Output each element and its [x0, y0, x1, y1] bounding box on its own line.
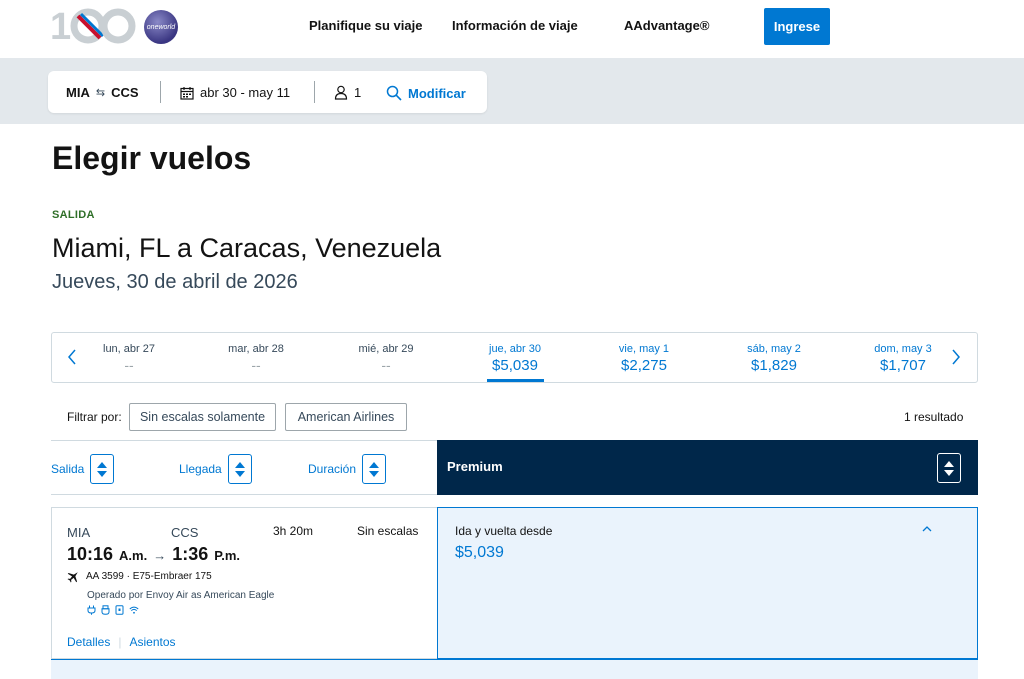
- screen-icon: [115, 605, 124, 615]
- arrival-ampm: P.m.: [214, 548, 241, 563]
- sort-duration[interactable]: Duración: [308, 454, 387, 484]
- swap-arrows-icon: ⇆: [95, 87, 106, 99]
- departure-time: 10:16: [67, 544, 114, 564]
- result-count: 1 resultado: [904, 410, 964, 424]
- date-option-price: --: [381, 357, 391, 373]
- nav-plan-trip[interactable]: Planifique su viaje: [309, 18, 422, 33]
- date-option-price: --: [124, 357, 134, 373]
- date-strip: lun, abr 27 -- mar, abr 28 -- mié, abr 2…: [51, 332, 978, 383]
- chevron-up-icon[interactable]: [920, 524, 934, 534]
- airplane-icon: [67, 572, 78, 583]
- date-option[interactable]: mié, abr 29 --: [331, 343, 441, 373]
- flight-times: 10:16 A.m. → 1:36 P.m.: [67, 544, 240, 565]
- date-option-price: $2,275: [621, 357, 667, 374]
- wifi-icon: [129, 606, 139, 614]
- usb-icon: [101, 605, 110, 615]
- passengers-summary: 1: [334, 85, 361, 100]
- filter-label: Filtrar por:: [67, 410, 122, 424]
- date-option-label: jue, abr 30: [489, 343, 541, 355]
- selected-date-indicator: [487, 379, 544, 382]
- fare-label: Ida y vuelta desde: [455, 524, 553, 538]
- search-icon: [386, 85, 402, 101]
- operated-by: Operado por Envoy Air as American Eagle: [87, 590, 275, 601]
- dates-summary: abr 30 - may 11: [180, 85, 290, 100]
- sort-arrival-label: Llegada: [179, 462, 222, 476]
- modify-label: Modificar: [408, 85, 466, 101]
- flight-number: AA 3599 · E75-Embraer 175: [86, 571, 212, 582]
- date-option-price: $1,829: [751, 357, 797, 374]
- direction-label: SALIDA: [52, 209, 95, 221]
- date-option-label: mié, abr 29: [358, 343, 414, 355]
- flight-links: Detalles | Asientos: [67, 635, 176, 649]
- aa-100-logo-icon[interactable]: 1: [48, 6, 138, 46]
- date-option-label: sáb, may 2: [747, 343, 801, 355]
- date-option-selected[interactable]: jue, abr 30 $5,039: [460, 343, 570, 374]
- sort-departure[interactable]: Salida: [51, 454, 115, 484]
- sort-duration-label: Duración: [308, 462, 357, 476]
- cabin-title: Premium: [447, 459, 503, 474]
- flight-origin: MIA: [67, 525, 91, 540]
- arrival-time: 1:36: [172, 544, 209, 564]
- person-icon: [334, 85, 348, 100]
- page-title: Elegir vuelos: [52, 140, 252, 176]
- date-option-label: dom, may 3: [874, 343, 932, 355]
- flight-stops: Sin escalas: [357, 524, 419, 538]
- flight-card: MIA CCS 3h 20m Sin escalas 10:16 A.m. → …: [51, 507, 438, 659]
- oneworld-logo-icon: oneworld: [144, 10, 178, 44]
- sort-cabin-arrows-icon[interactable]: [937, 453, 961, 483]
- filter-american-chip[interactable]: American Airlines: [285, 403, 407, 431]
- date-option[interactable]: lun, abr 27 --: [74, 343, 184, 373]
- date-option[interactable]: sáb, may 2 $1,829: [719, 343, 829, 374]
- nav-travel-info[interactable]: Información de viaje: [452, 18, 578, 33]
- date-option-price: --: [251, 357, 261, 373]
- nav-aadvantage[interactable]: AAdvantage®: [624, 18, 709, 33]
- date-option[interactable]: dom, may 3 $1,707: [848, 343, 958, 374]
- date-subtitle: Jueves, 30 de abril de 2026: [52, 271, 298, 293]
- calendar-icon: [180, 86, 194, 100]
- sort-arrows-icon[interactable]: [362, 454, 387, 484]
- sort-arrows-icon[interactable]: [90, 454, 115, 484]
- sort-arrows-icon[interactable]: [227, 454, 252, 484]
- filter-nonstop-chip[interactable]: Sin escalas solamente: [129, 403, 276, 431]
- date-option[interactable]: vie, may 1 $2,275: [589, 343, 699, 374]
- passenger-count: 1: [354, 85, 362, 100]
- destination-code: CCS: [111, 85, 139, 100]
- details-link[interactable]: Detalles: [67, 635, 110, 649]
- date-option-price: $1,707: [880, 357, 926, 374]
- fare-cell-premium[interactable]: Ida y vuelta desde $5,039: [437, 507, 978, 659]
- origin-code: MIA: [66, 85, 90, 100]
- amenities: [87, 605, 139, 615]
- search-summary-card: MIA ⇆ CCS abr 30 - may 11 1 Modificar: [48, 71, 487, 113]
- date-option-label: vie, may 1: [618, 343, 670, 355]
- divider: [160, 81, 161, 103]
- sort-arrival[interactable]: Llegada: [179, 454, 252, 484]
- login-button[interactable]: Ingrese: [764, 8, 830, 45]
- fare-price: $5,039: [455, 544, 504, 561]
- date-option-label: lun, abr 27: [103, 343, 155, 355]
- date-option-price: $5,039: [492, 357, 538, 374]
- flight-number-row: AA 3599 · E75-Embraer 175: [67, 570, 212, 583]
- divider: [314, 81, 315, 103]
- svg-text:1: 1: [50, 6, 71, 46]
- power-outlet-icon: [87, 605, 96, 615]
- arrow-right-icon: →: [153, 548, 167, 563]
- sort-departure-label: Salida: [51, 462, 85, 476]
- departure-ampm: A.m.: [119, 548, 148, 563]
- link-divider: |: [118, 635, 122, 649]
- dates-text: abr 30 - may 11: [200, 85, 291, 100]
- date-option-label: mar, abr 28: [228, 343, 284, 355]
- expanded-fare-panel: [51, 659, 978, 679]
- top-navigation: 1 oneworld Planifique su viaje Informaci…: [0, 0, 1024, 58]
- cabin-header-premium: Premium: [437, 440, 978, 495]
- modify-search-button[interactable]: Modificar: [386, 85, 466, 101]
- flight-duration: 3h 20m: [273, 524, 314, 538]
- route-summary: MIA ⇆ CCS: [66, 85, 139, 100]
- sort-row: Salida Llegada Duración: [51, 440, 437, 495]
- seats-link[interactable]: Asientos: [129, 635, 175, 649]
- route-title: Miami, FL a Caracas, Venezuela: [52, 233, 442, 263]
- chevron-right-icon[interactable]: [948, 346, 964, 368]
- date-option[interactable]: mar, abr 28 --: [201, 343, 311, 373]
- flight-destination: CCS: [171, 525, 199, 540]
